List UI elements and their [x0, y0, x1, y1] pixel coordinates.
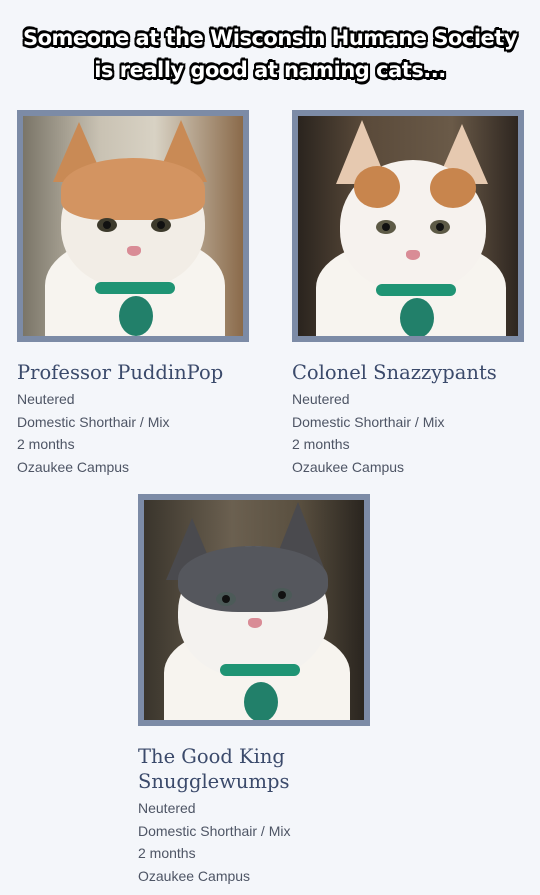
cat-card-professor-puddinpop[interactable]: Professor PuddinPop Neutered Domestic Sh… — [17, 110, 249, 478]
cat-status: Neutered — [17, 391, 75, 407]
cat-card-the-good-king-snugglewumps[interactable]: The Good King Snugglewumps Neutered Dome… — [138, 494, 370, 887]
meme-caption: Someone at the Wisconsin Humane Society … — [0, 22, 540, 86]
cat-photo-frame[interactable] — [17, 110, 249, 342]
cat-status: Neutered — [292, 391, 350, 407]
cat-breed: Domestic Shorthair / Mix — [17, 413, 170, 430]
cat-breed: Domestic Shorthair / Mix — [138, 822, 291, 839]
cat-name-line-2: Snugglewumps — [138, 770, 290, 793]
cat-location: Ozaukee Campus — [292, 458, 405, 475]
cat-name[interactable]: Colonel Snazzypants — [292, 360, 524, 385]
cat-card-colonel-snazzypants[interactable]: Colonel Snazzypants Neutered Domestic Sh… — [292, 110, 524, 478]
cat-photo-frame[interactable] — [292, 110, 524, 342]
cat-location: Ozaukee Campus — [138, 867, 251, 884]
cat-age: 2 months — [17, 436, 75, 452]
cat-name[interactable]: Professor PuddinPop — [17, 360, 249, 385]
orange-white-kitten-photo — [23, 116, 243, 336]
cat-breed: Domestic Shorthair / Mix — [292, 413, 445, 430]
cat-status: Neutered — [138, 800, 196, 816]
cat-location: Ozaukee Campus — [17, 458, 130, 475]
cat-name[interactable]: The Good King Snugglewumps — [138, 744, 370, 794]
gray-white-kitten-photo — [144, 500, 364, 720]
cat-photo-frame[interactable] — [138, 494, 370, 726]
caption-line-2: is really good at naming cats... — [94, 58, 446, 82]
cat-name-line-1: The Good King — [138, 745, 285, 768]
cat-age: 2 months — [138, 845, 196, 861]
cat-age: 2 months — [292, 436, 350, 452]
caption-line-1: Someone at the Wisconsin Humane Society — [22, 26, 518, 50]
white-orange-kitten-photo — [298, 116, 518, 336]
